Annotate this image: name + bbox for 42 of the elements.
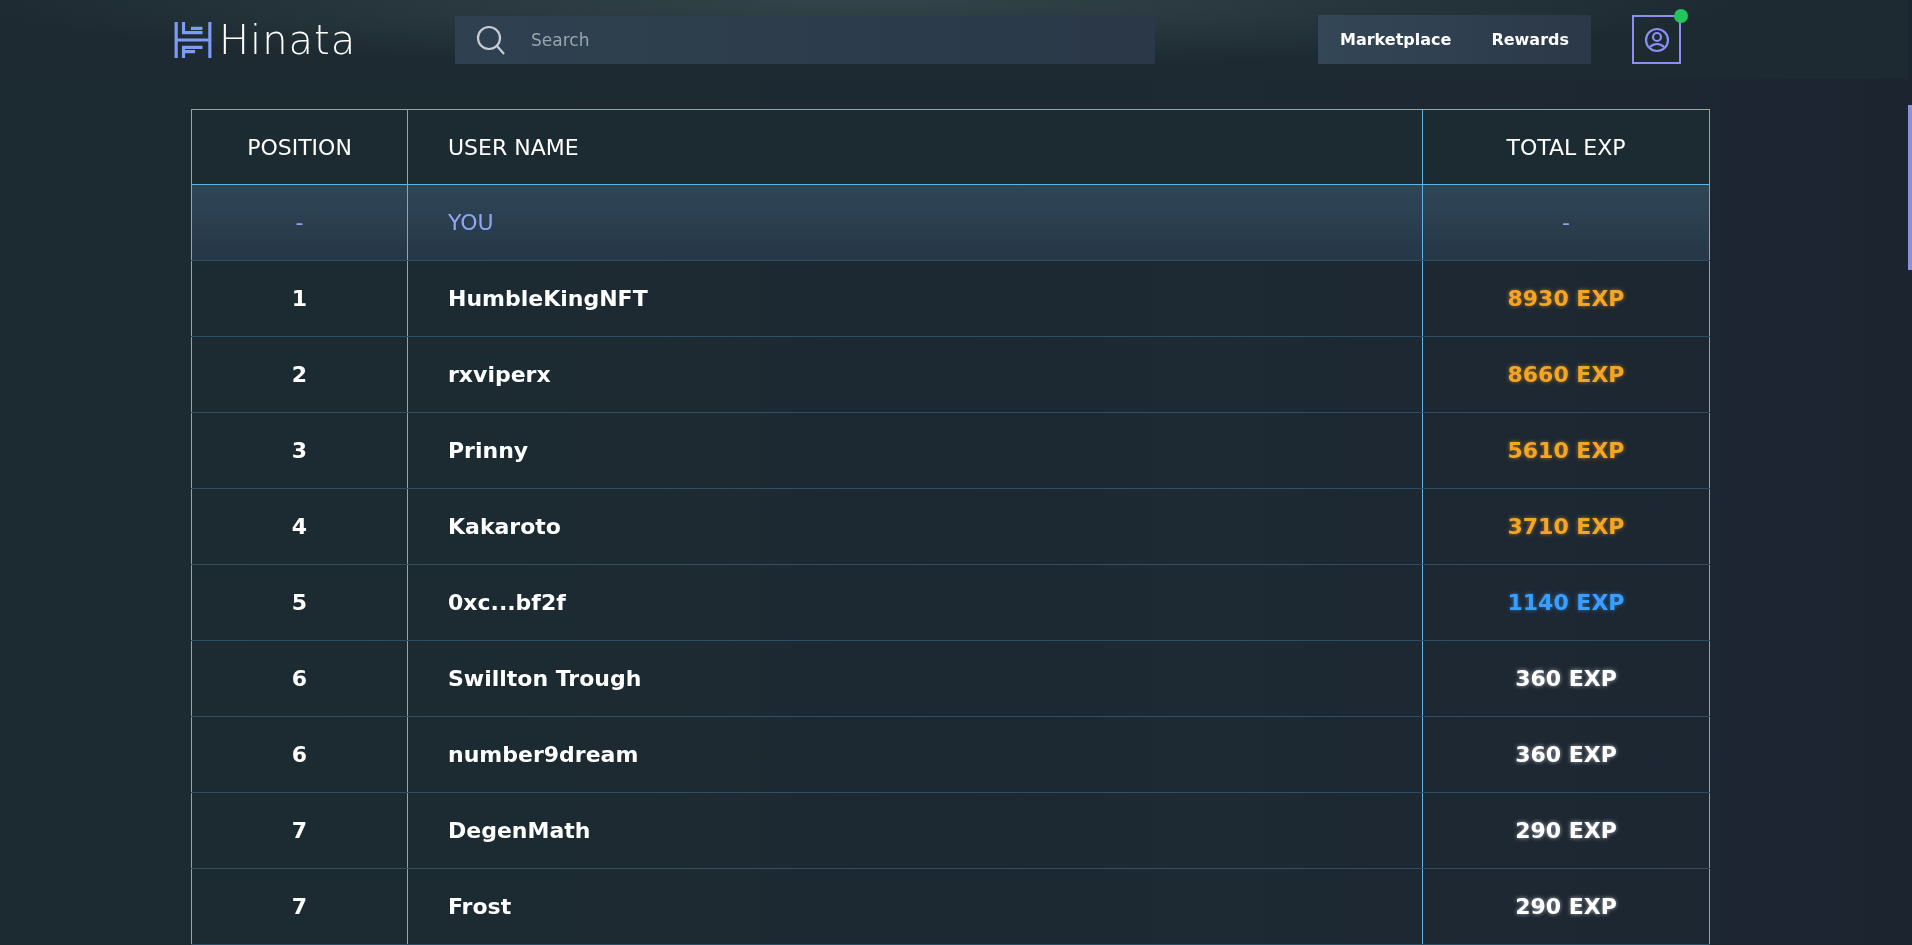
column-header: USER NAME xyxy=(407,110,1422,184)
logo-text: Hinata xyxy=(219,16,357,63)
exp-cell: - xyxy=(1422,185,1710,260)
position-cell: 6 xyxy=(191,717,407,792)
position-cell: 7 xyxy=(191,869,407,944)
user-name-cell: HumbleKingNFT xyxy=(407,261,1422,336)
search-field[interactable]: Search xyxy=(455,15,1155,64)
exp-cell: 1140 EXP xyxy=(1422,565,1710,640)
column-header: POSITION xyxy=(191,110,407,184)
position-cell: 7 xyxy=(191,793,407,868)
exp-cell: 290 EXP xyxy=(1422,869,1710,944)
search-icon xyxy=(475,23,507,56)
position-cell: 1 xyxy=(191,261,407,336)
user-name-cell: 0xc...bf2f xyxy=(407,565,1422,640)
user-name-cell: DegenMath xyxy=(407,793,1422,868)
user-name-cell: YOU xyxy=(407,185,1422,260)
position-cell: 4 xyxy=(191,489,407,564)
exp-cell: 3710 EXP xyxy=(1422,489,1710,564)
user-name-cell: Prinny xyxy=(407,413,1422,488)
exp-cell: 360 EXP xyxy=(1422,641,1710,716)
exp-cell: 8660 EXP xyxy=(1422,337,1710,412)
position-cell: 2 xyxy=(191,337,407,412)
user-name-cell: rxviperx xyxy=(407,337,1422,412)
scrollbar-thumb[interactable] xyxy=(1908,105,1912,270)
position-cell: 3 xyxy=(191,413,407,488)
exp-cell: 290 EXP xyxy=(1422,793,1710,868)
exp-cell: 5610 EXP xyxy=(1422,413,1710,488)
exp-cell: 360 EXP xyxy=(1422,717,1710,792)
user-name-cell: Swillton Trough xyxy=(407,641,1422,716)
column-header: TOTAL EXP xyxy=(1422,110,1710,184)
user-name-cell: Kakaroto xyxy=(407,489,1422,564)
exp-cell: 8930 EXP xyxy=(1422,261,1710,336)
position-cell: 5 xyxy=(191,565,407,640)
user-name-cell: Frost xyxy=(407,869,1422,944)
position-cell: 6 xyxy=(191,641,407,716)
user-icon xyxy=(1643,26,1670,53)
logo-icon xyxy=(173,19,213,60)
profile-button[interactable] xyxy=(1632,15,1681,64)
nav-link[interactable]: Rewards xyxy=(1491,24,1569,55)
position-cell: - xyxy=(191,185,407,260)
user-name-cell: number9dream xyxy=(407,717,1422,792)
nav-link[interactable]: Marketplace xyxy=(1340,24,1452,55)
